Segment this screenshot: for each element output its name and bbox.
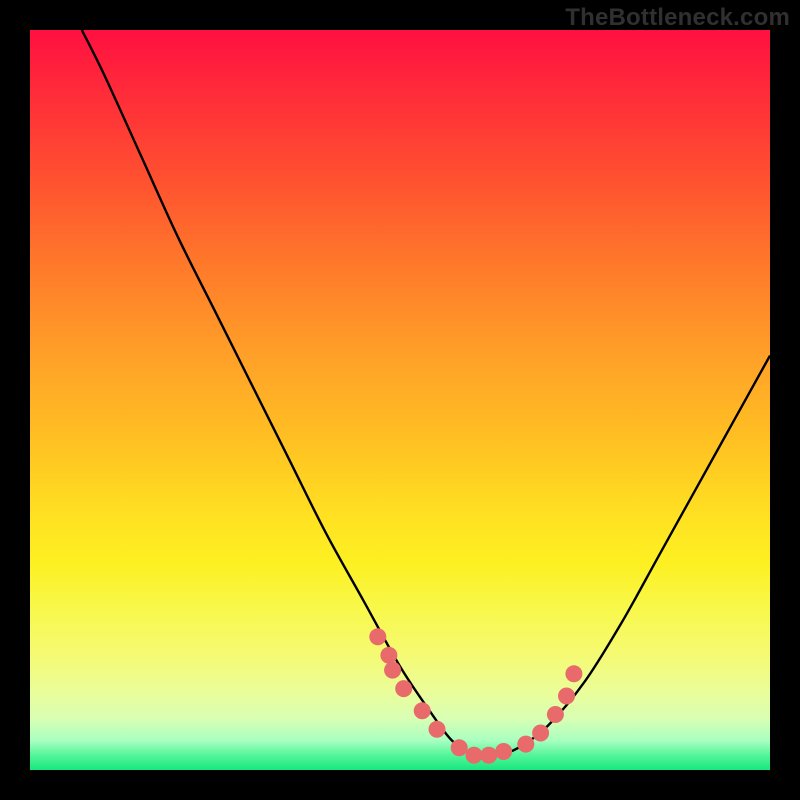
curve-marker	[429, 721, 446, 738]
curve-marker	[558, 688, 575, 705]
curve-marker	[480, 747, 497, 764]
curve-marker	[414, 702, 431, 719]
curve-marker	[532, 725, 549, 742]
curve-layer	[30, 30, 770, 770]
curve-marker	[395, 680, 412, 697]
chart-frame: TheBottleneck.com	[0, 0, 800, 800]
curve-marker	[466, 747, 483, 764]
curve-marker	[380, 647, 397, 664]
curve-marker	[495, 743, 512, 760]
watermark-label: TheBottleneck.com	[565, 4, 790, 32]
curve-marker	[369, 628, 386, 645]
curve-marker	[565, 665, 582, 682]
bottleneck-curve	[82, 30, 770, 757]
curve-marker	[547, 706, 564, 723]
curve-marker	[517, 736, 534, 753]
curve-marker	[384, 662, 401, 679]
marker-group	[369, 628, 582, 763]
curve-marker	[451, 739, 468, 756]
